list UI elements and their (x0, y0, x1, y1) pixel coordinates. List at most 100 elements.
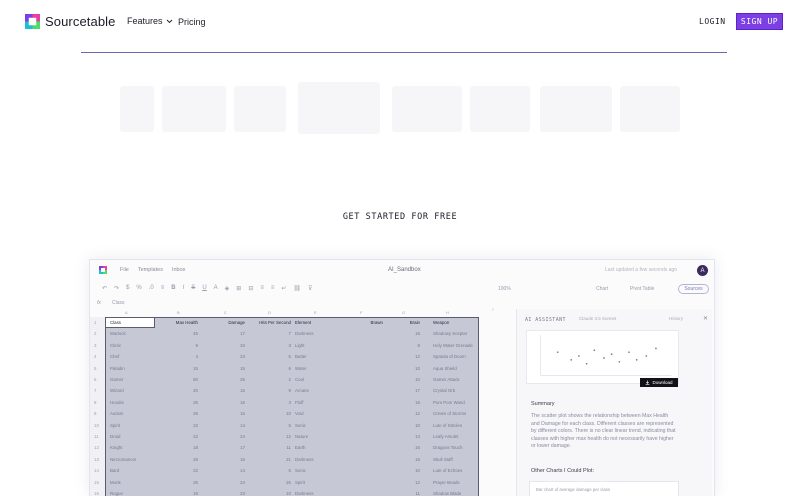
download-button[interactable]: Download (640, 378, 678, 387)
table-cell[interactable]: 10 (415, 468, 420, 473)
table-cell[interactable]: 17 (415, 388, 420, 393)
table-cell[interactable]: 4 (196, 354, 198, 359)
table-cell[interactable]: 11 (415, 491, 420, 496)
table-cell[interactable]: Butter (295, 354, 307, 359)
nav-features-menu[interactable]: Features (127, 16, 173, 26)
table-cell[interactable]: 15 (240, 388, 245, 393)
table-cell[interactable]: Warlock (110, 331, 126, 336)
borders-icon[interactable]: ⊞ (236, 285, 241, 292)
decimal-icon[interactable]: .0 (149, 285, 154, 292)
table-cell[interactable]: 10 (286, 411, 291, 416)
table-cell[interactable]: Sonic (295, 423, 306, 428)
column-header[interactable]: A (125, 310, 128, 315)
table-cell[interactable]: Spirit (110, 423, 120, 428)
table-cell[interactable]: Cleric (110, 343, 121, 348)
table-cell[interactable]: Max Health (176, 320, 198, 325)
table-cell[interactable]: 2 (289, 377, 291, 382)
brand-name[interactable]: Sourcetable (45, 14, 115, 29)
table-cell[interactable]: Druid (110, 434, 121, 439)
table-cell[interactable]: 23 (240, 491, 245, 496)
table-row[interactable]: 2 Warlock 45 17 7 Darkness 16 Shadowy Scepter (90, 328, 480, 339)
table-cell[interactable]: 7 (289, 331, 291, 336)
table-cell[interactable]: 15 (193, 366, 198, 371)
table-cell[interactable]: Knight (110, 445, 122, 450)
table-row[interactable]: 14 Bard 22 14 5 Sonic 10 Lute of Echoes (90, 465, 480, 476)
table-cell[interactable]: Paladin (110, 366, 125, 371)
table-cell[interactable]: Class (110, 320, 121, 325)
table-cell[interactable]: Shadowy Scepter (433, 331, 467, 336)
table-cell[interactable]: 15 (240, 457, 245, 462)
formula-value[interactable]: Class (112, 300, 125, 306)
table-cell[interactable]: Cool (295, 377, 304, 382)
table-row[interactable]: 15 Monk 25 24 26 Spirit 12 Prayer Beads (90, 477, 480, 488)
row-number[interactable]: 5 (94, 366, 96, 371)
table-cell[interactable]: Nature (295, 434, 308, 439)
table-cell[interactable]: Gamer Attack (433, 377, 460, 382)
table-cell[interactable]: Aqua Shield (433, 366, 457, 371)
table-cell[interactable]: Shadow Blade (433, 491, 461, 496)
table-cell[interactable]: 25 (193, 400, 198, 405)
align-center-icon[interactable]: ≡ (271, 285, 275, 292)
table-cell[interactable]: Earth (295, 445, 306, 450)
table-cell[interactable]: 25 (240, 377, 245, 382)
row-number[interactable]: 8 (94, 400, 96, 405)
merge-icon[interactable]: ⊟ (248, 285, 253, 292)
table-cell[interactable]: 19 (193, 491, 198, 496)
workbook-title[interactable]: AI_Sandbox (388, 267, 421, 273)
table-row[interactable]: 10 Spirit 22 14 5 Sonic 10 Lute of Stricles (90, 420, 480, 431)
table-cell[interactable]: Weapon (433, 320, 449, 325)
table-cell[interactable]: 17 (240, 331, 245, 336)
currency-icon[interactable]: $ (126, 285, 129, 292)
table-cell[interactable]: Autism (110, 411, 123, 416)
table-row[interactable]: 8 Hoodie 25 16 3 Fluff 16 Pom Pom Wand (90, 397, 480, 408)
table-cell[interactable]: Rogue (110, 491, 123, 496)
table-cell[interactable]: 34 (240, 343, 245, 348)
sources-button[interactable]: Sources (678, 284, 709, 294)
column-header[interactable]: B (177, 310, 180, 315)
table-cell[interactable]: 45 (193, 331, 198, 336)
table-cell[interactable]: 12 (415, 480, 420, 485)
table-cell[interactable]: Hits Per Second (259, 320, 291, 325)
table-cell[interactable]: Darkness (295, 491, 314, 496)
table-row[interactable]: 6 Gamer 50 25 2 Cool 10 Gamer Attack (90, 374, 480, 385)
pivot-table-button[interactable]: Pivot Table (630, 286, 654, 292)
row-number[interactable]: 3 (94, 343, 96, 348)
table-cell[interactable]: Arcane (295, 388, 309, 393)
table-cell[interactable]: Crystal Orb (433, 388, 455, 393)
table-cell[interactable]: Spatula of Doom (433, 354, 466, 359)
row-number[interactable]: 16 (94, 491, 99, 496)
table-cell[interactable]: Void (295, 411, 304, 416)
close-icon[interactable]: ✕ (703, 315, 708, 322)
table-cell[interactable]: Necromancer (110, 457, 136, 462)
table-cell[interactable]: 18 (193, 445, 198, 450)
table-cell[interactable]: Lute of Echoes (433, 468, 462, 473)
percent-icon[interactable]: % (136, 285, 141, 292)
table-cell[interactable]: 16 (240, 400, 245, 405)
table-cell[interactable]: 11 (286, 445, 291, 450)
table-cell[interactable]: 16 (415, 400, 420, 405)
bold-icon[interactable]: B (171, 285, 175, 292)
table-cell[interactable]: Light (295, 343, 305, 348)
table-cell[interactable]: Gamer (110, 377, 123, 382)
table-cell[interactable]: 16 (415, 331, 420, 336)
table-cell[interactable]: 14 (240, 423, 245, 428)
table-cell[interactable]: 26 (193, 411, 198, 416)
undo-icon[interactable]: ↶ (102, 285, 107, 292)
table-cell[interactable]: Dragons Touch (433, 445, 462, 450)
column-header[interactable]: D (268, 310, 271, 315)
table-cell[interactable]: 10 (286, 491, 291, 496)
table-cell[interactable]: Prayer Beads (433, 480, 460, 485)
row-number[interactable]: 9 (94, 411, 96, 416)
italic-icon[interactable]: I (183, 285, 185, 292)
table-cell[interactable]: 10 (415, 366, 420, 371)
table-cell[interactable]: 16 (415, 457, 420, 462)
table-cell[interactable]: 20 (193, 388, 198, 393)
table-cell[interactable]: Water (295, 366, 307, 371)
table-row[interactable]: 9 Autism 26 16 10 Void 12 Cream of Storms (90, 408, 480, 419)
table-cell[interactable]: 24 (240, 434, 245, 439)
header-row[interactable]: 1 Class Max Health Damage Hits Per Second Ele… (90, 317, 480, 328)
table-cell[interactable]: Brain (410, 320, 420, 325)
table-cell[interactable]: 16 (415, 445, 420, 450)
table-row[interactable]: 5 Paladin 15 15 6 Water 10 Aqua Shield (90, 363, 480, 374)
chart-button[interactable]: Chart (596, 286, 608, 292)
